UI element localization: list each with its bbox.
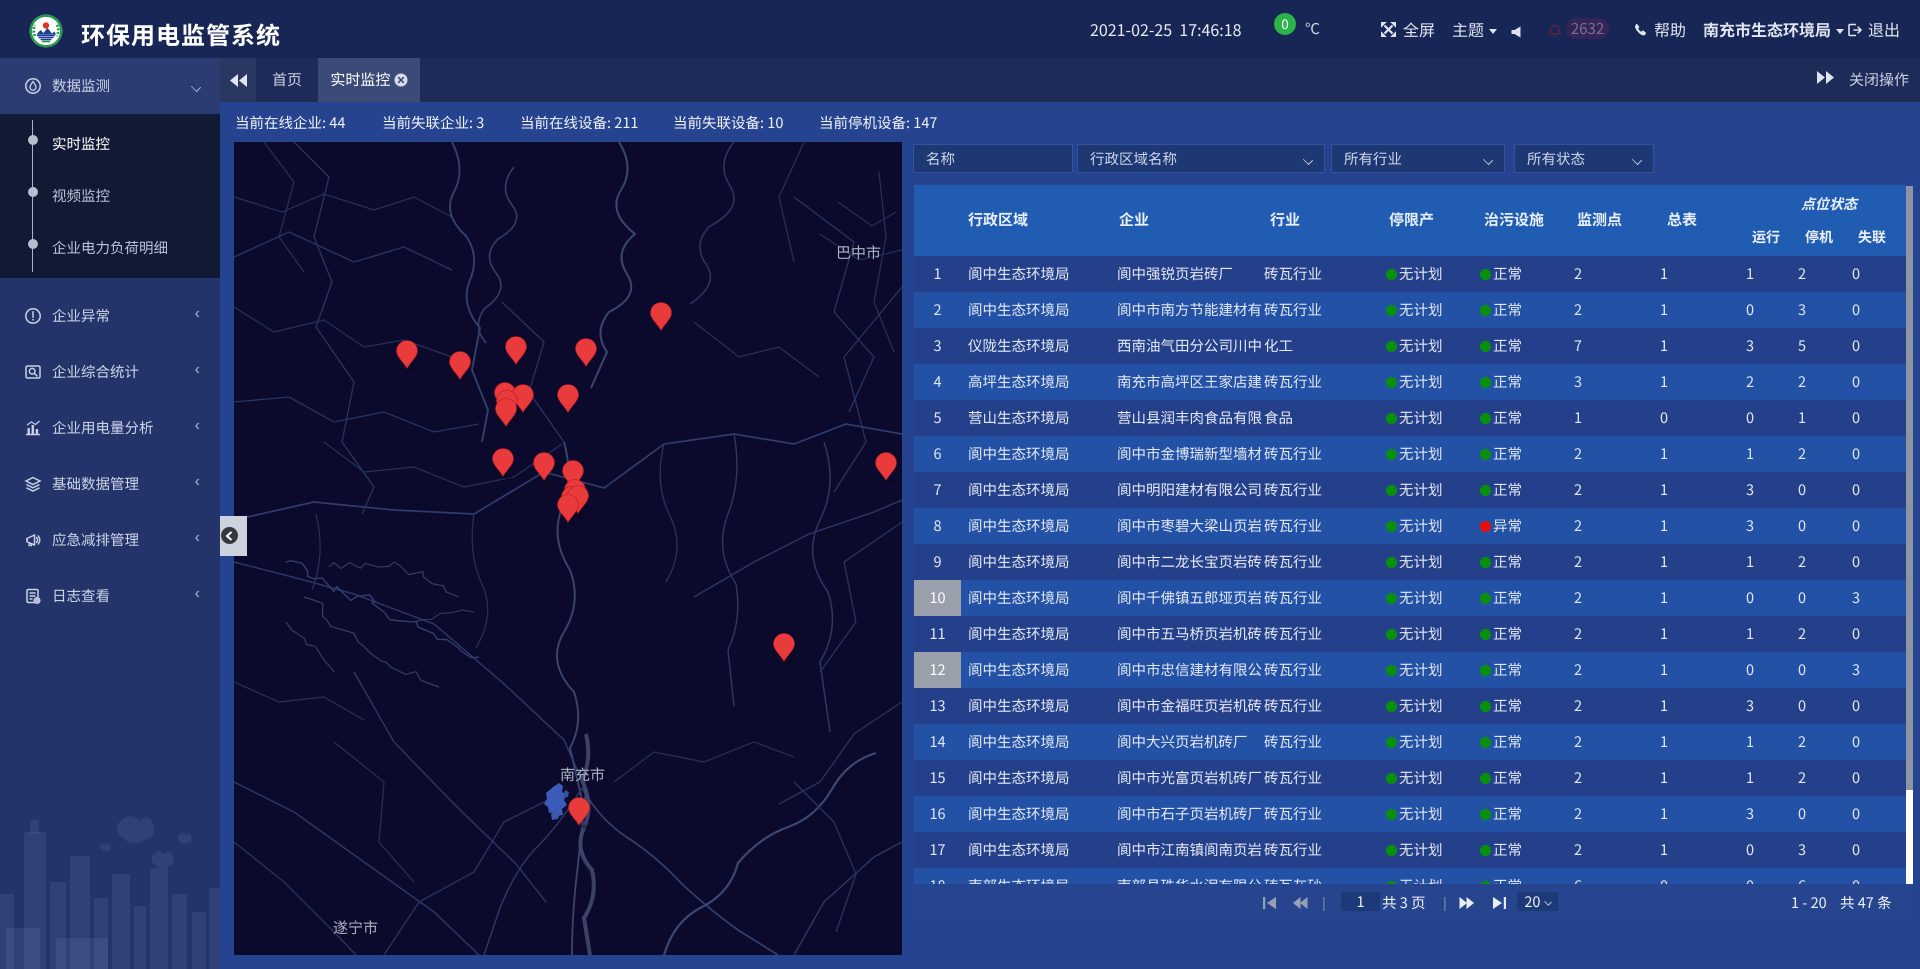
svg-text:遂宁市: 遂宁市 xyxy=(333,917,378,938)
